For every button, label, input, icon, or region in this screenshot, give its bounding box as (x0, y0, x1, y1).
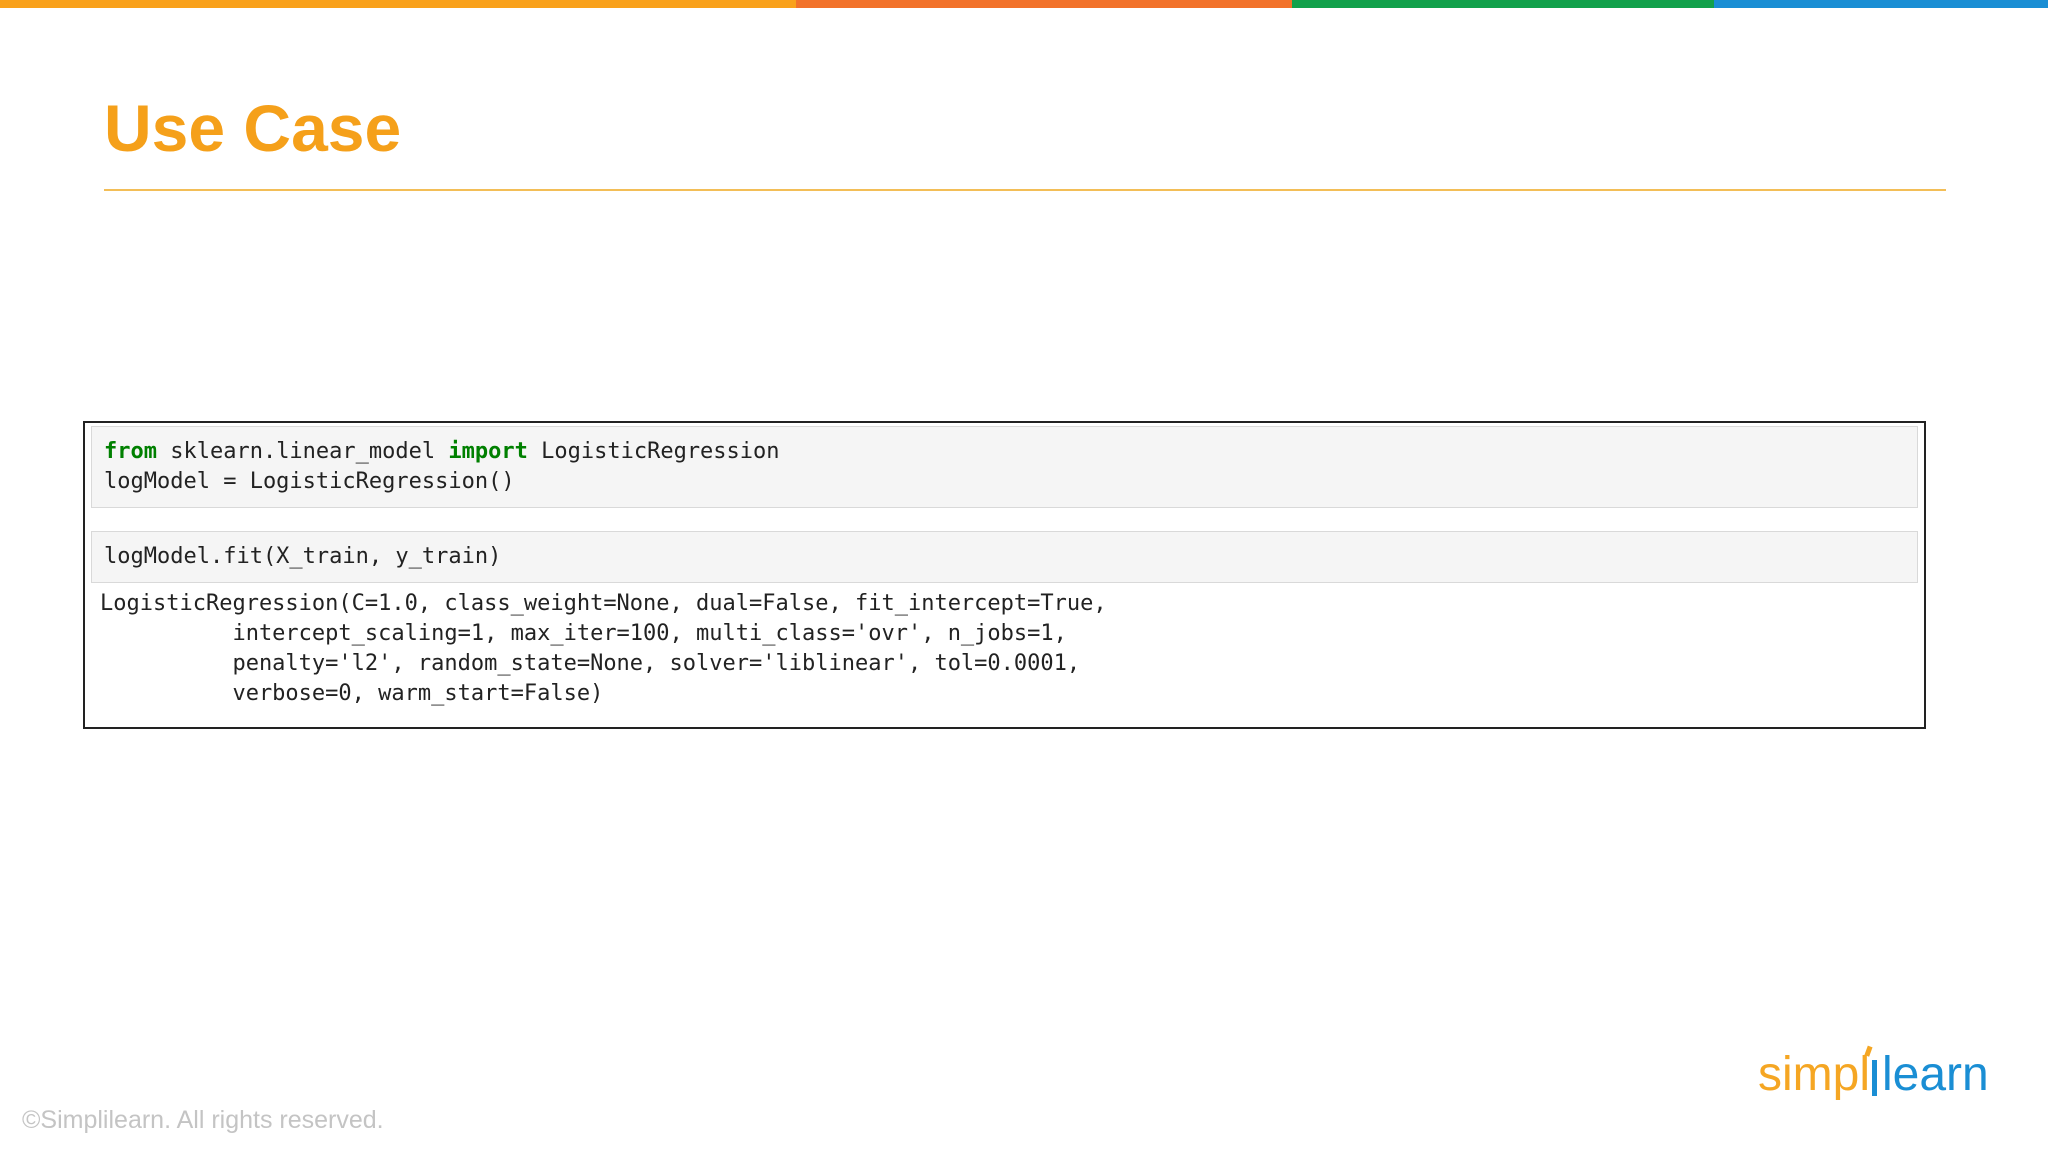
code-cell-fit: logModel.fit(X_train, y_train) (91, 531, 1918, 583)
logo-text-learn: learn (1882, 1048, 1988, 1101)
code-class-name: LogisticRegression (527, 439, 780, 464)
code-module: sklearn.linear_model (156, 439, 449, 464)
title-underline (104, 189, 1946, 191)
color-bar-orange (0, 0, 796, 8)
output-line-2: intercept_scaling=1, max_iter=100, multi… (100, 621, 1067, 646)
code-line-import: from sklearn.linear_model import Logisti… (104, 437, 780, 467)
code-cell-import: from sklearn.linear_model import Logisti… (91, 426, 1918, 508)
code-line-instantiate: logModel = LogisticRegression() (104, 469, 515, 494)
output-line-3: penalty='l2', random_state=None, solver=… (100, 651, 1081, 676)
logo-text-simpl: simpl (1758, 1048, 1870, 1101)
code-line-fit: logModel.fit(X_train, y_train) (104, 544, 502, 569)
keyword-import: import (448, 439, 528, 464)
keyword-from: from (104, 439, 157, 464)
color-bar-blue (1714, 0, 2048, 8)
notebook-screenshot: from sklearn.linear_model import Logisti… (83, 421, 1926, 729)
top-color-bar (0, 0, 2048, 8)
simplilearn-logo: simpl learn (1758, 1045, 1988, 1101)
slide: Use Case from sklearn.linear_model impor… (0, 0, 2048, 1152)
output-line-1: LogisticRegression(C=1.0, class_weight=N… (100, 591, 1107, 616)
copyright-text: ©Simplilearn. All rights reserved. (22, 1106, 384, 1134)
output-line-4: verbose=0, warm_start=False) (100, 681, 604, 706)
color-bar-green (1292, 0, 1714, 8)
slide-title: Use Case (104, 91, 402, 165)
color-bar-red-orange (796, 0, 1292, 8)
